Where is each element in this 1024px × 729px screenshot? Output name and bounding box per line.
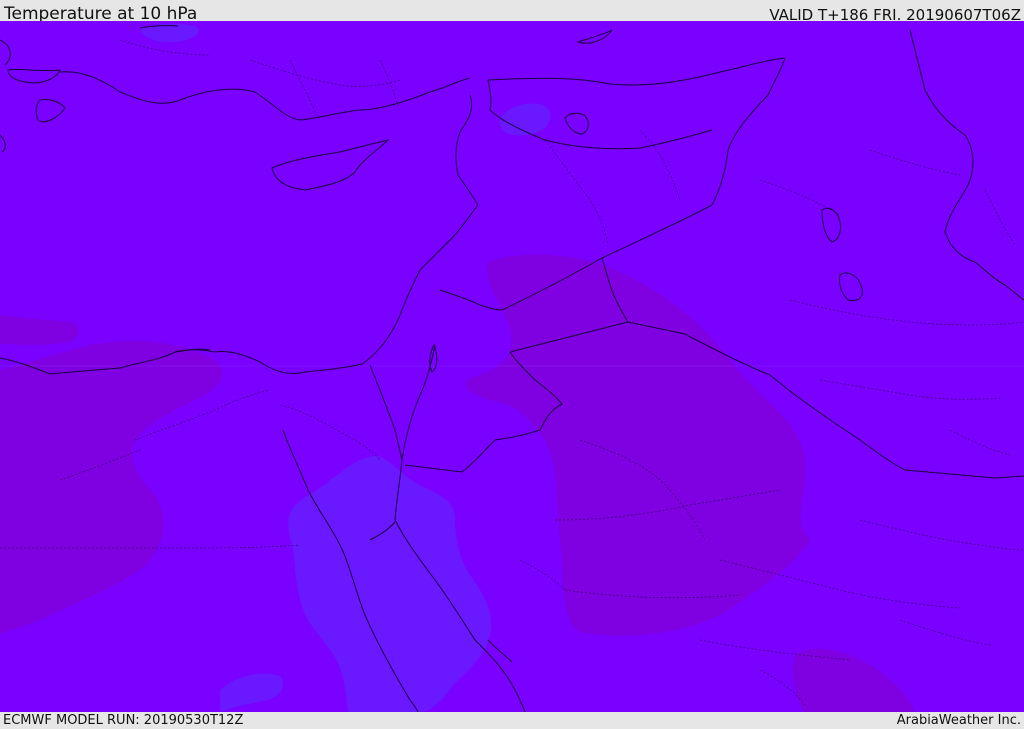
- footer-bar: ECMWF MODEL RUN: 20190530T12Z ArabiaWeat…: [0, 712, 1024, 729]
- map-viewer: Temperature at 10 hPa VALID T+186 FRI. 2…: [0, 0, 1024, 729]
- header-bar: Temperature at 10 hPa VALID T+186 FRI. 2…: [0, 0, 1024, 24]
- map-area: [0, 21, 1024, 712]
- model-run-label: ECMWF MODEL RUN: 20190530T12Z: [3, 713, 244, 728]
- credit-label: ArabiaWeather Inc.: [896, 713, 1021, 728]
- map-svg: [0, 21, 1024, 712]
